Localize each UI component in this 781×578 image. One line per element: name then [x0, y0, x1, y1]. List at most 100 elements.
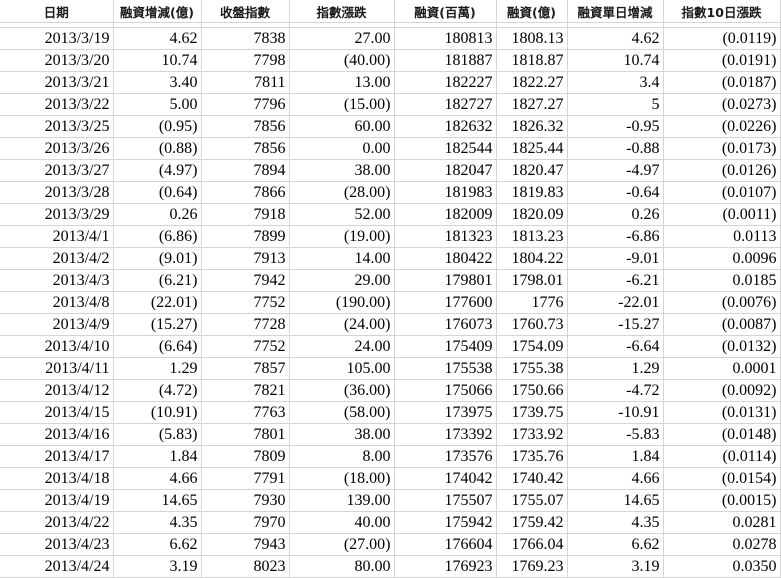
cell-close-index[interactable]: 7913: [201, 247, 290, 270]
cell-date[interactable]: 2013/3/19: [0, 27, 114, 50]
cell-margin-daily-change[interactable]: -22.01: [567, 291, 664, 314]
cell-close-index[interactable]: 7930: [201, 489, 290, 512]
cell-date[interactable]: 2013/3/29: [0, 203, 114, 226]
cell-date[interactable]: 2013/4/8: [0, 291, 114, 314]
cell-margin-100m[interactable]: 1822.27: [496, 71, 568, 94]
cell-date[interactable]: 2013/3/27: [0, 159, 114, 182]
cell-margin-daily-change[interactable]: 1.29: [567, 357, 664, 380]
cell-margin-change[interactable]: (4.97): [113, 159, 202, 182]
cell-margin-100m[interactable]: 1819.83: [496, 181, 568, 204]
cell-index-change[interactable]: 38.00: [289, 423, 395, 446]
cell-date[interactable]: 2013/4/16: [0, 423, 114, 446]
cell-margin-100m[interactable]: 1813.23: [496, 225, 568, 248]
cell-date[interactable]: 2013/4/12: [0, 379, 114, 402]
cell-margin-change[interactable]: 1.29: [113, 357, 202, 380]
cell-margin-daily-change[interactable]: 4.66: [567, 467, 664, 490]
cell-margin-millions[interactable]: 181983: [394, 181, 497, 204]
cell-index-10day-change[interactable]: (0.0148): [663, 423, 781, 446]
cell-margin-100m[interactable]: 1739.75: [496, 401, 568, 424]
cell-index-10day-change[interactable]: (0.0226): [663, 115, 781, 138]
cell-close-index[interactable]: 7866: [201, 181, 290, 204]
cell-margin-millions[interactable]: 175507: [394, 489, 497, 512]
cell-margin-daily-change[interactable]: 6.62: [567, 533, 664, 556]
cell-index-10day-change[interactable]: (0.0131): [663, 401, 781, 424]
cell-close-index[interactable]: 7796: [201, 93, 290, 116]
cell-margin-change[interactable]: (0.95): [113, 115, 202, 138]
cell-margin-100m[interactable]: 1769.23: [496, 555, 568, 578]
cell-margin-change[interactable]: 6.62: [113, 533, 202, 556]
cell-margin-daily-change[interactable]: 3.4: [567, 71, 664, 94]
cell-close-index[interactable]: 7763: [201, 401, 290, 424]
cell-margin-change[interactable]: (6.21): [113, 269, 202, 292]
cell-index-change[interactable]: (15.00): [289, 93, 395, 116]
cell-margin-100m[interactable]: 1798.01: [496, 269, 568, 292]
cell-close-index[interactable]: 7918: [201, 203, 290, 226]
cell-index-change[interactable]: 52.00: [289, 203, 395, 226]
cell-index-change[interactable]: (36.00): [289, 379, 395, 402]
header-close-index[interactable]: 收盤指數: [201, 0, 290, 23]
cell-date[interactable]: 2013/3/20: [0, 49, 114, 72]
cell-index-change[interactable]: (190.00): [289, 291, 395, 314]
cell-date[interactable]: 2013/4/10: [0, 335, 114, 358]
cell-close-index[interactable]: 7791: [201, 467, 290, 490]
cell-margin-millions[interactable]: 180422: [394, 247, 497, 270]
cell-margin-change[interactable]: 4.35: [113, 511, 202, 534]
cell-close-index[interactable]: 7856: [201, 137, 290, 160]
cell-margin-millions[interactable]: 181323: [394, 225, 497, 248]
header-date[interactable]: 日期: [0, 0, 114, 23]
cell-margin-daily-change[interactable]: -4.97: [567, 159, 664, 182]
cell-close-index[interactable]: 7899: [201, 225, 290, 248]
cell-margin-daily-change[interactable]: -6.86: [567, 225, 664, 248]
cell-margin-daily-change[interactable]: 5: [567, 93, 664, 116]
cell-margin-daily-change[interactable]: 3.19: [567, 555, 664, 578]
cell-margin-daily-change[interactable]: -10.91: [567, 401, 664, 424]
cell-index-change[interactable]: 60.00: [289, 115, 395, 138]
header-margin-change[interactable]: 融資增減(億): [113, 0, 202, 23]
cell-margin-daily-change[interactable]: 0.26: [567, 203, 664, 226]
cell-date[interactable]: 2013/3/22: [0, 93, 114, 116]
cell-index-10day-change[interactable]: (0.0132): [663, 335, 781, 358]
cell-margin-millions[interactable]: 176073: [394, 313, 497, 336]
cell-margin-100m[interactable]: 1826.32: [496, 115, 568, 138]
cell-close-index[interactable]: 7857: [201, 357, 290, 380]
cell-margin-millions[interactable]: 182544: [394, 137, 497, 160]
cell-margin-millions[interactable]: 182047: [394, 159, 497, 182]
cell-margin-change[interactable]: (5.83): [113, 423, 202, 446]
cell-index-change[interactable]: (27.00): [289, 533, 395, 556]
cell-margin-change[interactable]: 10.74: [113, 49, 202, 72]
cell-date[interactable]: 2013/3/26: [0, 137, 114, 160]
cell-margin-daily-change[interactable]: -0.95: [567, 115, 664, 138]
cell-margin-100m[interactable]: 1818.87: [496, 49, 568, 72]
cell-margin-100m[interactable]: 1804.22: [496, 247, 568, 270]
cell-index-10day-change[interactable]: (0.0154): [663, 467, 781, 490]
cell-date[interactable]: 2013/3/21: [0, 71, 114, 94]
cell-margin-millions[interactable]: 182227: [394, 71, 497, 94]
cell-close-index[interactable]: 7728: [201, 313, 290, 336]
cell-margin-100m[interactable]: 1735.76: [496, 445, 568, 468]
cell-margin-daily-change[interactable]: -9.01: [567, 247, 664, 270]
cell-margin-millions[interactable]: 177600: [394, 291, 497, 314]
cell-index-10day-change[interactable]: (0.0114): [663, 445, 781, 468]
cell-margin-100m[interactable]: 1760.73: [496, 313, 568, 336]
cell-index-10day-change[interactable]: 0.0278: [663, 533, 781, 556]
cell-close-index[interactable]: 7838: [201, 27, 290, 50]
cell-index-10day-change[interactable]: (0.0107): [663, 181, 781, 204]
cell-date[interactable]: 2013/4/3: [0, 269, 114, 292]
cell-index-10day-change[interactable]: (0.0273): [663, 93, 781, 116]
cell-index-10day-change[interactable]: (0.0087): [663, 313, 781, 336]
cell-index-10day-change[interactable]: (0.0119): [663, 27, 781, 50]
cell-close-index[interactable]: 7821: [201, 379, 290, 402]
cell-margin-daily-change[interactable]: -6.64: [567, 335, 664, 358]
cell-margin-daily-change[interactable]: 10.74: [567, 49, 664, 72]
cell-margin-change[interactable]: (0.88): [113, 137, 202, 160]
cell-margin-daily-change[interactable]: -0.64: [567, 181, 664, 204]
cell-index-change[interactable]: 13.00: [289, 71, 395, 94]
cell-margin-millions[interactable]: 175538: [394, 357, 497, 380]
header-margin-daily-change[interactable]: 融資單日增減: [567, 0, 664, 23]
cell-margin-100m[interactable]: 1820.09: [496, 203, 568, 226]
cell-margin-change[interactable]: 3.40: [113, 71, 202, 94]
cell-margin-100m[interactable]: 1733.92: [496, 423, 568, 446]
cell-margin-100m[interactable]: 1754.09: [496, 335, 568, 358]
cell-date[interactable]: 2013/4/2: [0, 247, 114, 270]
cell-index-change[interactable]: 14.00: [289, 247, 395, 270]
